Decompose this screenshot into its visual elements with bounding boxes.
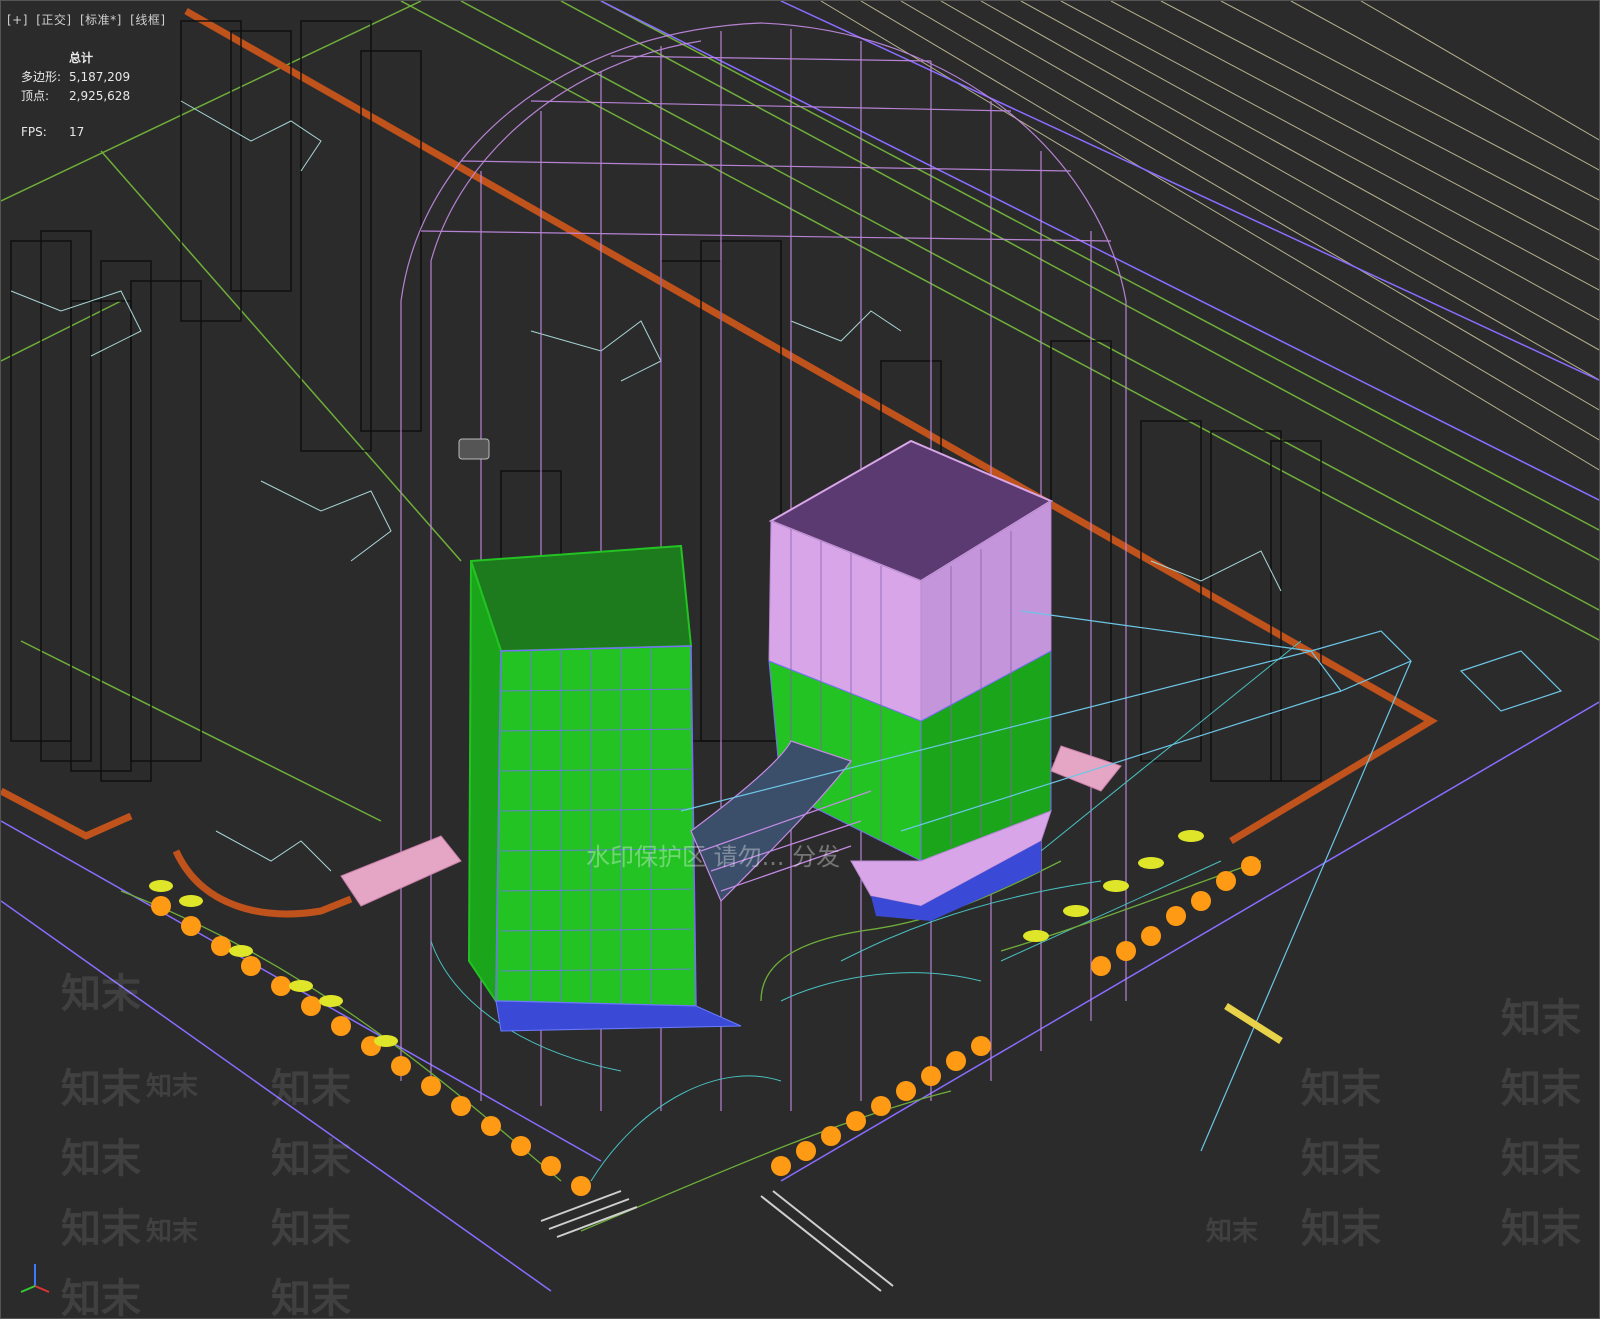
trees-right-row — [771, 856, 1261, 1176]
viewport-display-wireframe[interactable]: [线框] — [130, 13, 165, 27]
tower-right[interactable] — [768, 439, 1054, 921]
viewport-menu-plus[interactable]: [+] — [7, 13, 28, 27]
wireframe-scene[interactable] — [1, 1, 1600, 1319]
xyz-axis-icon — [20, 1264, 50, 1293]
viewport-view-ortho[interactable]: [正交] — [36, 13, 71, 27]
stats-title: 总计 — [69, 51, 94, 65]
vertices-label: 顶点: — [21, 89, 50, 103]
fps-label: FPS: — [21, 125, 47, 139]
vertices-value: 2,925,628 — [69, 89, 131, 103]
highway-lanes — [820, 1, 1599, 471]
polygons-label: 多边形: — [21, 70, 62, 84]
viewport-shading-standard[interactable]: [标准*] — [80, 13, 122, 27]
road-marking-yellow — [1224, 1003, 1283, 1044]
crosswalk — [540, 1190, 894, 1292]
polygons-value: 5,187,209 — [69, 70, 131, 84]
3d-viewport[interactable]: [+] [正交] [标准*] [线框] 总计 多边形: 5,187,209 顶点… — [0, 0, 1600, 1319]
tower-left-green[interactable] — [467, 544, 742, 1032]
scene-statistics: 总计 多边形: 5,187,209 顶点: 2,925,628 FPS: 17 — [21, 49, 149, 142]
fps-value: 17 — [69, 125, 85, 139]
site-boundary-orange — [1, 7, 1438, 918]
viewport-label[interactable]: [+] [正交] [标准*] [线框] — [7, 11, 170, 28]
small-vehicle — [458, 438, 490, 460]
